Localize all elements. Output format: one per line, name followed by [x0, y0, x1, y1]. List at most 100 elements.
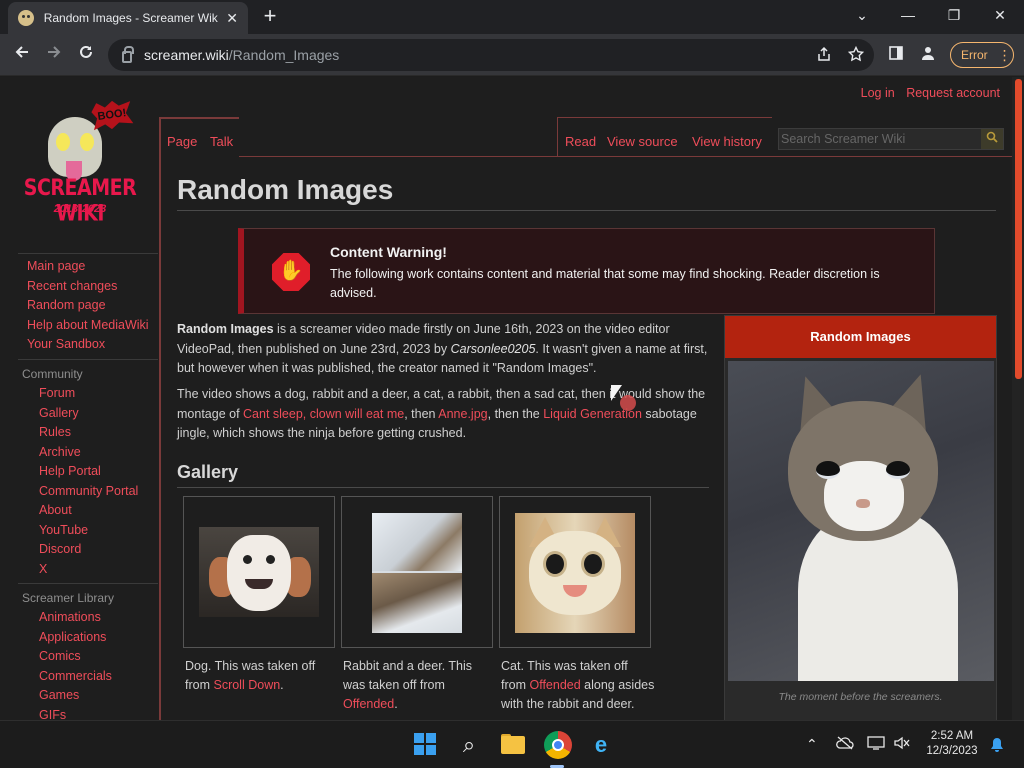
tab-view-source[interactable]: View source: [607, 134, 678, 149]
cloud-offline-icon[interactable]: [836, 736, 854, 753]
lock-icon[interactable]: [122, 46, 134, 63]
sidebar-item-archive[interactable]: Archive: [39, 445, 138, 465]
infobox-caption: The moment before the screamers.: [778, 691, 943, 703]
search-input[interactable]: [779, 129, 979, 149]
infobox: Random Images The moment before the scre…: [724, 315, 997, 720]
cat-face-shape: [529, 531, 621, 615]
sidebar-item-sandbox[interactable]: Your Sandbox: [27, 337, 149, 357]
link-offended[interactable]: Offended: [529, 678, 580, 692]
sidebar-separator: [18, 583, 158, 584]
sidebar-item-gifs[interactable]: GIFs: [39, 708, 112, 721]
browser-toolbar: screamer.wiki/Random_Images Error ⋮: [0, 34, 1024, 76]
site-logo[interactable]: BOO! SCREAMER WIKI 2013-2023: [18, 99, 142, 226]
sidebar-item-random-page[interactable]: Random page: [27, 298, 149, 318]
taskbar-search-icon[interactable]: ⌕: [455, 731, 483, 759]
sidebar-item-animations[interactable]: Animations: [39, 610, 112, 630]
display-icon[interactable]: [867, 736, 885, 753]
scrollbar-thumb[interactable]: [1015, 79, 1022, 379]
sidebar-item-forum[interactable]: Forum: [39, 386, 138, 406]
gallery-item-cat[interactable]: [499, 496, 651, 648]
rabbit-deer-image[interactable]: [372, 513, 462, 633]
profile-icon[interactable]: [920, 45, 936, 65]
sidebar-item-main-page[interactable]: Main page: [27, 259, 149, 279]
internet-explorer-icon[interactable]: e: [587, 731, 615, 759]
sidebar-item-help[interactable]: Help about MediaWiki: [27, 318, 149, 338]
gallery-item-dog[interactable]: [183, 496, 335, 648]
title-divider: [177, 210, 996, 211]
sidebar-item-help-portal[interactable]: Help Portal: [39, 464, 138, 484]
sidebar-item-games[interactable]: Games: [39, 688, 112, 708]
sidebar-item-gallery[interactable]: Gallery: [39, 406, 138, 426]
tab-search-icon[interactable]: ⌄: [842, 4, 882, 28]
address-bar[interactable]: screamer.wiki/Random_Images: [108, 39, 874, 71]
tray-chevron-icon[interactable]: ⌃: [806, 736, 818, 753]
sidebar-separator: [18, 359, 158, 360]
warning-title: Content Warning!: [330, 244, 447, 260]
tab-read[interactable]: Read: [565, 134, 596, 149]
cat-image[interactable]: [515, 513, 635, 633]
sidebar-item-community-portal[interactable]: Community Portal: [39, 484, 138, 504]
share-icon[interactable]: [816, 46, 832, 66]
browser-tab[interactable]: Random Images - Screamer Wiki ✕: [8, 2, 248, 34]
taskbar: ⌕ e ⌃ 2:52 AM 12/3/2023: [0, 720, 1024, 768]
gallery-caption-rabbit-deer: Rabbit and a deer. This was taken off fr…: [343, 657, 497, 714]
tab-talk[interactable]: Talk: [210, 134, 233, 149]
tab-close-icon[interactable]: ✕: [226, 10, 238, 27]
side-panel-icon[interactable]: [888, 45, 904, 65]
link-cant-sleep[interactable]: Cant sleep, clown will eat me: [243, 407, 404, 421]
sidebar-item-recent-changes[interactable]: Recent changes: [27, 279, 149, 299]
stop-hand-icon: [272, 253, 310, 291]
error-button[interactable]: Error ⋮: [950, 42, 1014, 68]
start-button[interactable]: [412, 731, 440, 759]
sidebar-item-discord[interactable]: Discord: [39, 542, 138, 562]
search-icon[interactable]: [981, 129, 1003, 149]
gallery-item-rabbit-deer[interactable]: [341, 496, 493, 648]
maximize-button[interactable]: ❐: [934, 4, 974, 28]
tab-page[interactable]: Page: [167, 134, 197, 149]
notification-bell-icon[interactable]: [990, 737, 1004, 756]
new-tab-button[interactable]: +: [258, 5, 282, 29]
logo-text: SCREAMER WIKI: [23, 175, 137, 227]
link-scroll-down[interactable]: Scroll Down: [213, 678, 280, 692]
back-icon[interactable]: [10, 43, 34, 67]
link-anne-jpg[interactable]: Anne.jpg: [438, 407, 487, 421]
tab-view-history[interactable]: View history: [692, 134, 762, 149]
eye-shape: [266, 555, 275, 564]
sidebar-heading-library: Screamer Library: [22, 591, 115, 605]
gallery-caption-dog: Dog. This was taken off from Scroll Down…: [185, 657, 339, 695]
sidebar-item-comics[interactable]: Comics: [39, 649, 112, 669]
sidebar-item-youtube[interactable]: YouTube: [39, 523, 138, 543]
sidebar-item-applications[interactable]: Applications: [39, 630, 112, 650]
request-account-link[interactable]: Request account: [906, 86, 1000, 100]
link-offended[interactable]: Offended: [343, 697, 394, 711]
page-scrollbar[interactable]: [1012, 77, 1024, 720]
chrome-icon[interactable]: [544, 731, 572, 759]
forward-icon[interactable]: [42, 43, 66, 67]
gallery-caption-cat: Cat. This was taken off from Offended al…: [501, 657, 655, 714]
description-paragraph: The video shows a dog, rabbit and a deer…: [177, 385, 712, 444]
star-icon[interactable]: [847, 45, 865, 66]
sidebar-item-rules[interactable]: Rules: [39, 425, 138, 445]
minimize-button[interactable]: —: [888, 4, 928, 28]
file-explorer-icon[interactable]: [499, 731, 527, 759]
content-border: [557, 117, 558, 157]
sidebar-item-x[interactable]: X: [39, 562, 138, 582]
image-part: [372, 573, 462, 633]
content-border: [159, 117, 239, 119]
dog-image[interactable]: [199, 527, 319, 617]
gallery-divider: [177, 487, 709, 488]
sidebar-item-commercials[interactable]: Commercials: [39, 669, 112, 689]
infobox-image[interactable]: [728, 361, 994, 681]
taskbar-clock[interactable]: 2:52 AM 12/3/2023: [920, 729, 984, 759]
eye-shape: [243, 555, 252, 564]
reload-icon[interactable]: [74, 43, 98, 67]
content-border: [558, 156, 1012, 157]
login-link[interactable]: Log in: [861, 86, 895, 100]
volume-muted-icon[interactable]: [893, 736, 911, 753]
windows-logo-icon: [414, 745, 424, 755]
caption-text: Rabbit and a deer. This was taken off fr…: [343, 659, 473, 692]
close-window-button[interactable]: ✕: [980, 4, 1020, 28]
menu-dots-icon[interactable]: ⋮: [998, 48, 1012, 62]
sidebar-item-about[interactable]: About: [39, 503, 138, 523]
url-host: screamer.wiki: [144, 47, 229, 63]
